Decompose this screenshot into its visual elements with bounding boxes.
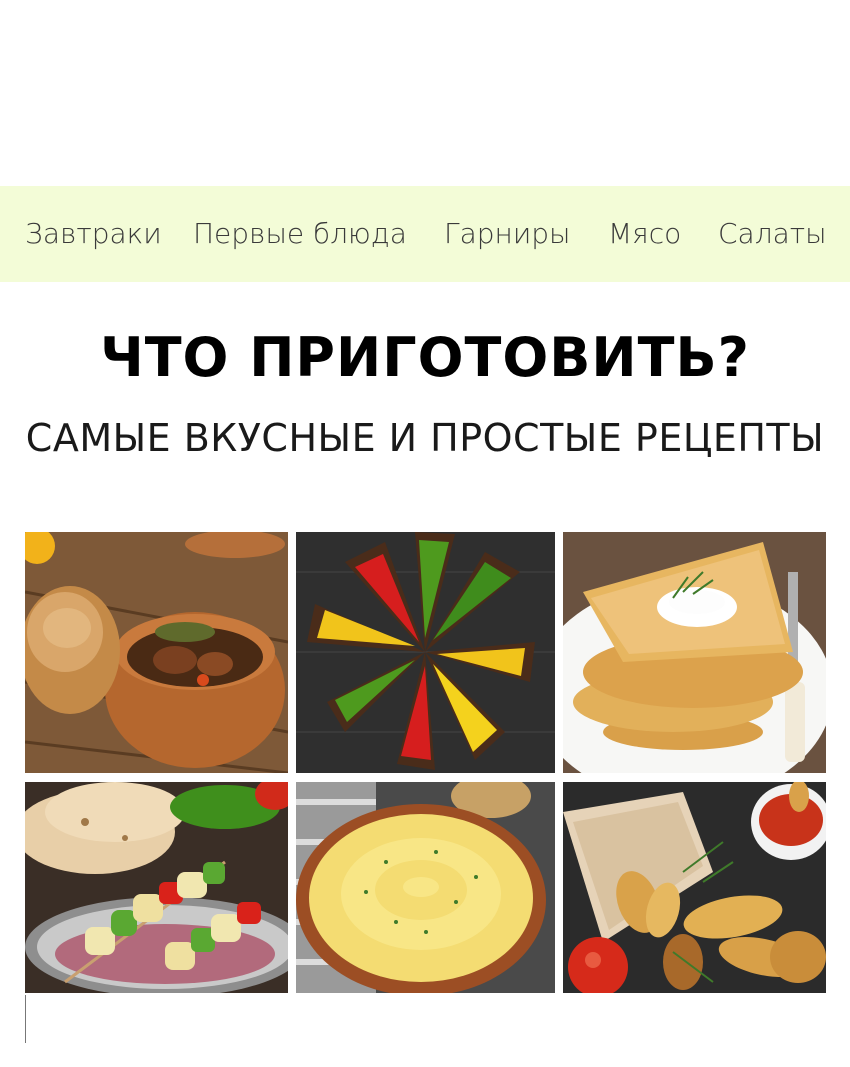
divider-line: [25, 995, 26, 1043]
photo-chicken-kebab[interactable]: [25, 782, 288, 993]
page-subtitle: САМЫЕ ВКУСНЫЕ И ПРОСТЫЕ РЕЦЕПТЫ: [25, 416, 825, 460]
photo-baked-potato-wedges[interactable]: [563, 782, 826, 993]
nav-item-side-dishes[interactable]: Гарниры: [444, 186, 570, 282]
nav-item-breakfast[interactable]: Завтраки: [25, 186, 162, 282]
nav-item-salads[interactable]: Салаты: [718, 186, 827, 282]
page-title: ЧТО ПРИГОТОВИТЬ?: [100, 326, 750, 389]
photo-potato-pancakes[interactable]: [563, 532, 826, 773]
nav-item-meat[interactable]: Мясо: [608, 186, 681, 282]
photo-pepper-toasts[interactable]: [296, 532, 555, 773]
photo-mashed-potatoes[interactable]: [296, 782, 555, 993]
photo-stew-in-pot[interactable]: [25, 532, 288, 773]
category-nav: Завтраки Первые блюда Гарниры Мясо Салат…: [0, 186, 850, 282]
nav-item-first-courses[interactable]: Первые блюда: [193, 186, 407, 282]
